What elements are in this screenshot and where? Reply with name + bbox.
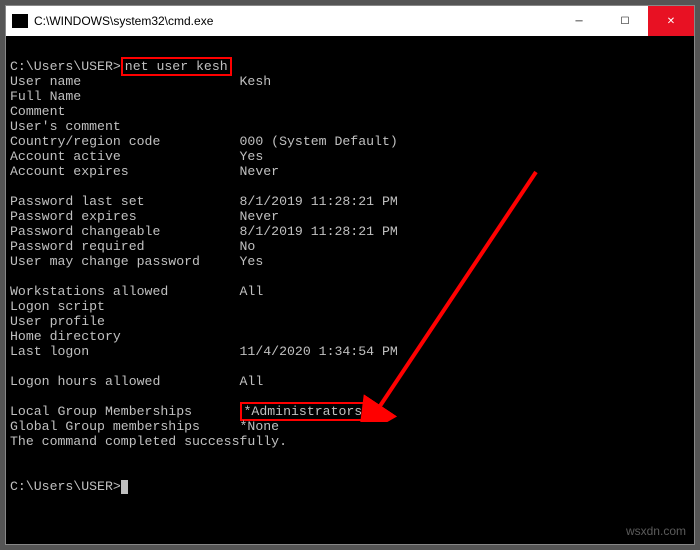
row-user-profile: User profile [10,314,105,329]
close-button[interactable]: ✕ [648,6,694,36]
prompt-path: C:\Users\USER> [10,59,121,74]
row-logon-script: Logon script [10,299,105,314]
row-pw-required: Password required No [10,239,255,254]
row-users-comment: User's comment [10,119,121,134]
row-user-may-change: User may change password Yes [10,254,263,269]
cmd-icon [12,14,28,28]
watermark: wsxdn.com [626,524,686,538]
title-left: C:\WINDOWS\system32\cmd.exe [6,14,213,28]
row-completion: The command completed successfully. [10,434,287,449]
row-country: Country/region code 000 (System Default) [10,134,398,149]
row-global-group: Global Group memberships *None [10,419,279,434]
row-user-name: User name Kesh [10,74,271,89]
row-full-name: Full Name [10,89,81,104]
cmd-window: C:\WINDOWS\system32\cmd.exe ─ ☐ ✕ C:\Use… [5,5,695,545]
row-home-dir: Home directory [10,329,121,344]
prompt-2: C:\Users\USER> [10,479,121,494]
row-account-expires: Account expires Never [10,164,279,179]
title-bar[interactable]: C:\WINDOWS\system32\cmd.exe ─ ☐ ✕ [6,6,694,36]
row-account-active: Account active Yes [10,149,263,164]
row-pw-expires: Password expires Never [10,209,279,224]
terminal-output[interactable]: C:\Users\USER>net user kesh User name Ke… [6,36,694,517]
row-last-logon: Last logon 11/4/2020 1:34:54 PM [10,344,398,359]
row-pw-last-set: Password last set 8/1/2019 11:28:21 PM [10,194,398,209]
maximize-button[interactable]: ☐ [602,6,648,36]
window-title: C:\WINDOWS\system32\cmd.exe [34,14,213,28]
row-pw-changeable: Password changeable 8/1/2019 11:28:21 PM [10,224,398,239]
window-controls: ─ ☐ ✕ [556,6,694,36]
row-comment: Comment [10,104,65,119]
cursor [121,480,128,494]
row-logon-hours: Logon hours allowed All [10,374,263,389]
row-workstations: Workstations allowed All [10,284,263,299]
minimize-button[interactable]: ─ [556,6,602,36]
